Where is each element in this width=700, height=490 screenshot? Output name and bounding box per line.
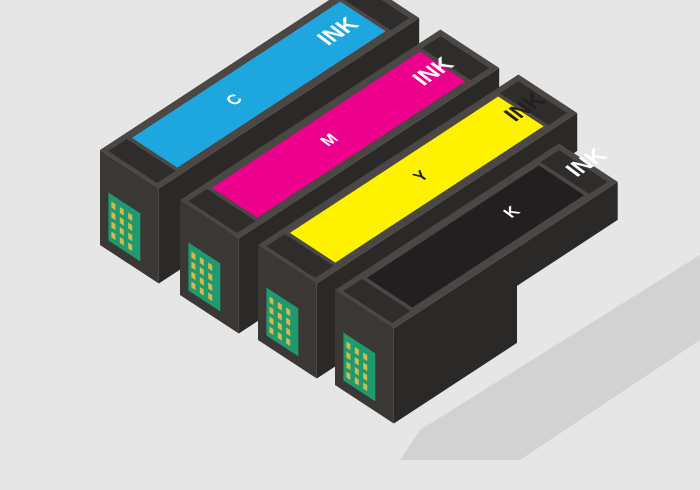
ink-cartridges-illustration: INKCINKMINKY INKK xyxy=(100,0,700,460)
